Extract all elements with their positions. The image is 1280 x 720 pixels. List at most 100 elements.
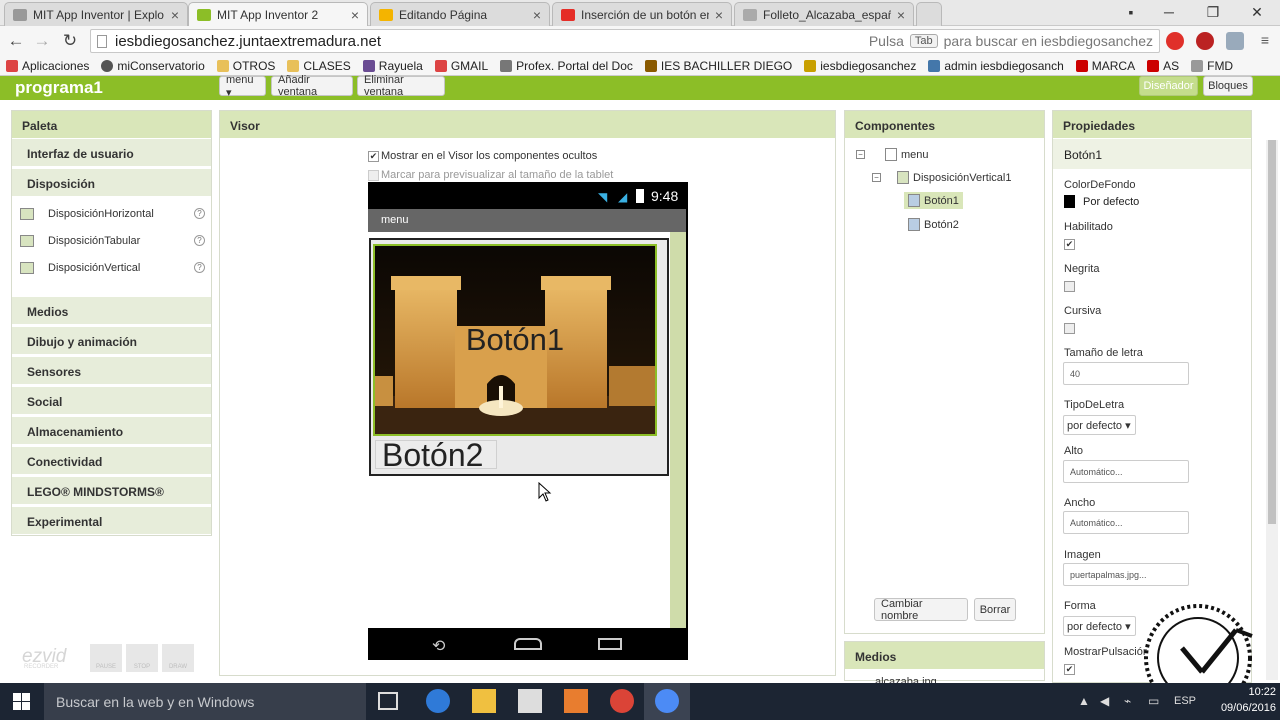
pause-button[interactable]: PAUSE (90, 644, 122, 672)
new-tab-button[interactable] (916, 2, 942, 26)
bookmark-item[interactable]: miConservatorio (101, 59, 205, 73)
bgcolor-picker[interactable]: Por defecto (1064, 195, 1139, 208)
palette-category[interactable]: Dibujo y animación (12, 327, 211, 355)
back-icon[interactable]: ← (5, 30, 27, 52)
fontsize-input[interactable]: 40 (1063, 362, 1189, 385)
collapse-icon[interactable]: − (872, 173, 881, 182)
bookmark-item[interactable]: Aplicaciones (6, 59, 89, 73)
tree-node-screen[interactable]: − menu (856, 148, 929, 161)
palette-category[interactable]: Almacenamiento (12, 417, 211, 445)
palette-item[interactable]: DisposiciónHorizontal? (12, 200, 211, 227)
language-indicator[interactable]: ESP (1174, 695, 1196, 707)
remove-screen-button[interactable]: Eliminar ventana (357, 74, 445, 98)
palette-category[interactable]: Social (12, 387, 211, 415)
browser-tab[interactable]: Folleto_Alcazaba_españo × (734, 2, 914, 26)
draw-button[interactable]: DRAW (162, 644, 194, 672)
show-hidden-option[interactable]: ✔ Mostrar en el Visor los componentes oc… (368, 150, 597, 162)
height-input[interactable]: Automático... (1063, 460, 1189, 483)
windows-start-icon[interactable] (13, 693, 30, 710)
browser-tab[interactable]: Inserción de un botón en × (552, 2, 732, 26)
rename-button[interactable]: Cambiar nombre (874, 598, 968, 622)
help-icon[interactable]: ? (194, 235, 205, 246)
scrollbar-thumb[interactable] (1268, 140, 1276, 524)
network-status-icon[interactable]: ⌁ (1124, 694, 1138, 708)
palette-category[interactable]: Interfaz de usuario (12, 139, 211, 167)
feedback-checkbox[interactable]: ✔ (1064, 664, 1075, 675)
close-icon[interactable]: × (715, 7, 723, 23)
palette-category[interactable]: LEGO® MINDSTORMS® (12, 477, 211, 505)
task-view-icon[interactable] (378, 692, 398, 710)
taskbar-search-input[interactable]: Buscar en la web y en Windows (44, 683, 366, 720)
bookmark-item[interactable]: iesbdiegosanchez (804, 59, 916, 73)
bookmark-item[interactable]: Rayuela (362, 59, 423, 73)
add-screen-button[interactable]: Añadir ventana (271, 74, 353, 98)
image-input[interactable]: puertapalmas.jpg... (1063, 563, 1189, 586)
stop-button[interactable]: STOP (126, 644, 158, 672)
file-explorer-icon[interactable] (472, 689, 496, 713)
designer-button[interactable]: Diseñador (1139, 76, 1198, 96)
button2[interactable]: Botón2 (375, 439, 497, 471)
restore-icon[interactable]: ❐ (1190, 0, 1236, 24)
close-window-icon[interactable]: ✕ (1234, 0, 1280, 24)
tablet-preview-option[interactable]: Marcar para previsualizar al tamaño de l… (368, 169, 613, 181)
bookmark-item[interactable]: OTROS (216, 59, 275, 73)
button1-image[interactable]: Botón1 (373, 244, 657, 436)
tree-node-button2[interactable]: Botón2 (908, 218, 959, 231)
close-icon[interactable]: × (897, 7, 905, 23)
store-icon[interactable] (518, 689, 542, 713)
width-input[interactable]: Automático... (1063, 511, 1189, 534)
bookmark-item[interactable]: AS (1147, 59, 1179, 73)
bookmark-item[interactable]: Profex. Portal del Doc (500, 59, 633, 73)
bookmark-item[interactable]: FMD (1191, 59, 1233, 73)
forward-icon[interactable]: → (31, 30, 53, 52)
enabled-checkbox[interactable]: ✔ (1064, 239, 1075, 250)
browser-tab[interactable]: Editando Página × (370, 2, 550, 26)
blocks-button[interactable]: Bloques (1203, 76, 1253, 96)
tree-node-button1-selected[interactable]: Botón1 (904, 192, 963, 209)
bookmark-item[interactable]: admin iesbdiegosanch (928, 59, 1064, 73)
bookmark-item[interactable]: IES BACHILLER DIEGO (644, 59, 792, 73)
clock-time[interactable]: 10:22 (1206, 686, 1276, 698)
close-icon[interactable]: × (351, 7, 359, 23)
collapse-icon[interactable]: − (856, 150, 865, 159)
help-icon[interactable]: ? (194, 208, 205, 219)
url-input[interactable]: iesbdiegosanchez.juntaextremadura.net Pu… (90, 29, 1160, 53)
browser-tab-active[interactable]: MIT App Inventor 2 × (188, 2, 368, 26)
palette-category[interactable]: Experimental (12, 507, 211, 535)
opera-icon[interactable] (1166, 32, 1184, 50)
palette-item[interactable]: DisposiciónTabular? (12, 227, 211, 254)
palette-category[interactable]: Sensores (12, 357, 211, 385)
palette-category[interactable]: Medios (12, 297, 211, 325)
page-scrollbar[interactable] (1266, 140, 1278, 680)
italic-checkbox[interactable] (1064, 323, 1075, 334)
checkbox[interactable] (368, 169, 379, 181)
palette-category-open[interactable]: Disposición (12, 169, 211, 197)
taskbar-active-app[interactable] (644, 683, 690, 720)
extension-icon[interactable] (1196, 32, 1214, 50)
checkbox-checked[interactable]: ✔ (368, 150, 379, 162)
close-icon[interactable]: × (533, 7, 541, 23)
network-icon[interactable]: ▲ (1078, 694, 1092, 708)
bookmark-item[interactable]: CLASES (287, 59, 351, 73)
palette-category[interactable]: Conectividad (12, 447, 211, 475)
browser-tab[interactable]: MIT App Inventor | Explo × (4, 2, 188, 26)
clock-date[interactable]: 09/06/2016 (1206, 702, 1276, 714)
fonttype-select[interactable]: por defecto ▾ (1063, 415, 1136, 435)
media-player-icon[interactable] (564, 689, 588, 713)
close-icon[interactable]: × (171, 7, 179, 23)
bookmark-item[interactable]: MARCA (1075, 59, 1135, 73)
reload-icon[interactable]: ↻ (59, 30, 81, 52)
shape-select[interactable]: por defecto ▾ (1063, 616, 1136, 636)
bookmark-item[interactable]: GMAIL (434, 59, 488, 73)
delete-button[interactable]: Borrar (974, 598, 1016, 621)
notification-icon[interactable]: ▭ (1148, 694, 1162, 708)
bold-checkbox[interactable] (1064, 281, 1075, 292)
palette-item[interactable]: DisposiciónVertical? (12, 254, 211, 281)
edge-icon[interactable] (426, 689, 450, 713)
chrome-icon[interactable] (610, 689, 634, 713)
screen-select-button[interactable]: menu ▾ (219, 74, 266, 99)
minimize-icon[interactable]: ─ (1146, 0, 1192, 24)
pocket-icon[interactable] (1226, 32, 1244, 50)
help-icon[interactable]: ? (194, 262, 205, 273)
tree-node-arrangement[interactable]: − DisposiciónVertical1 (872, 171, 1011, 184)
